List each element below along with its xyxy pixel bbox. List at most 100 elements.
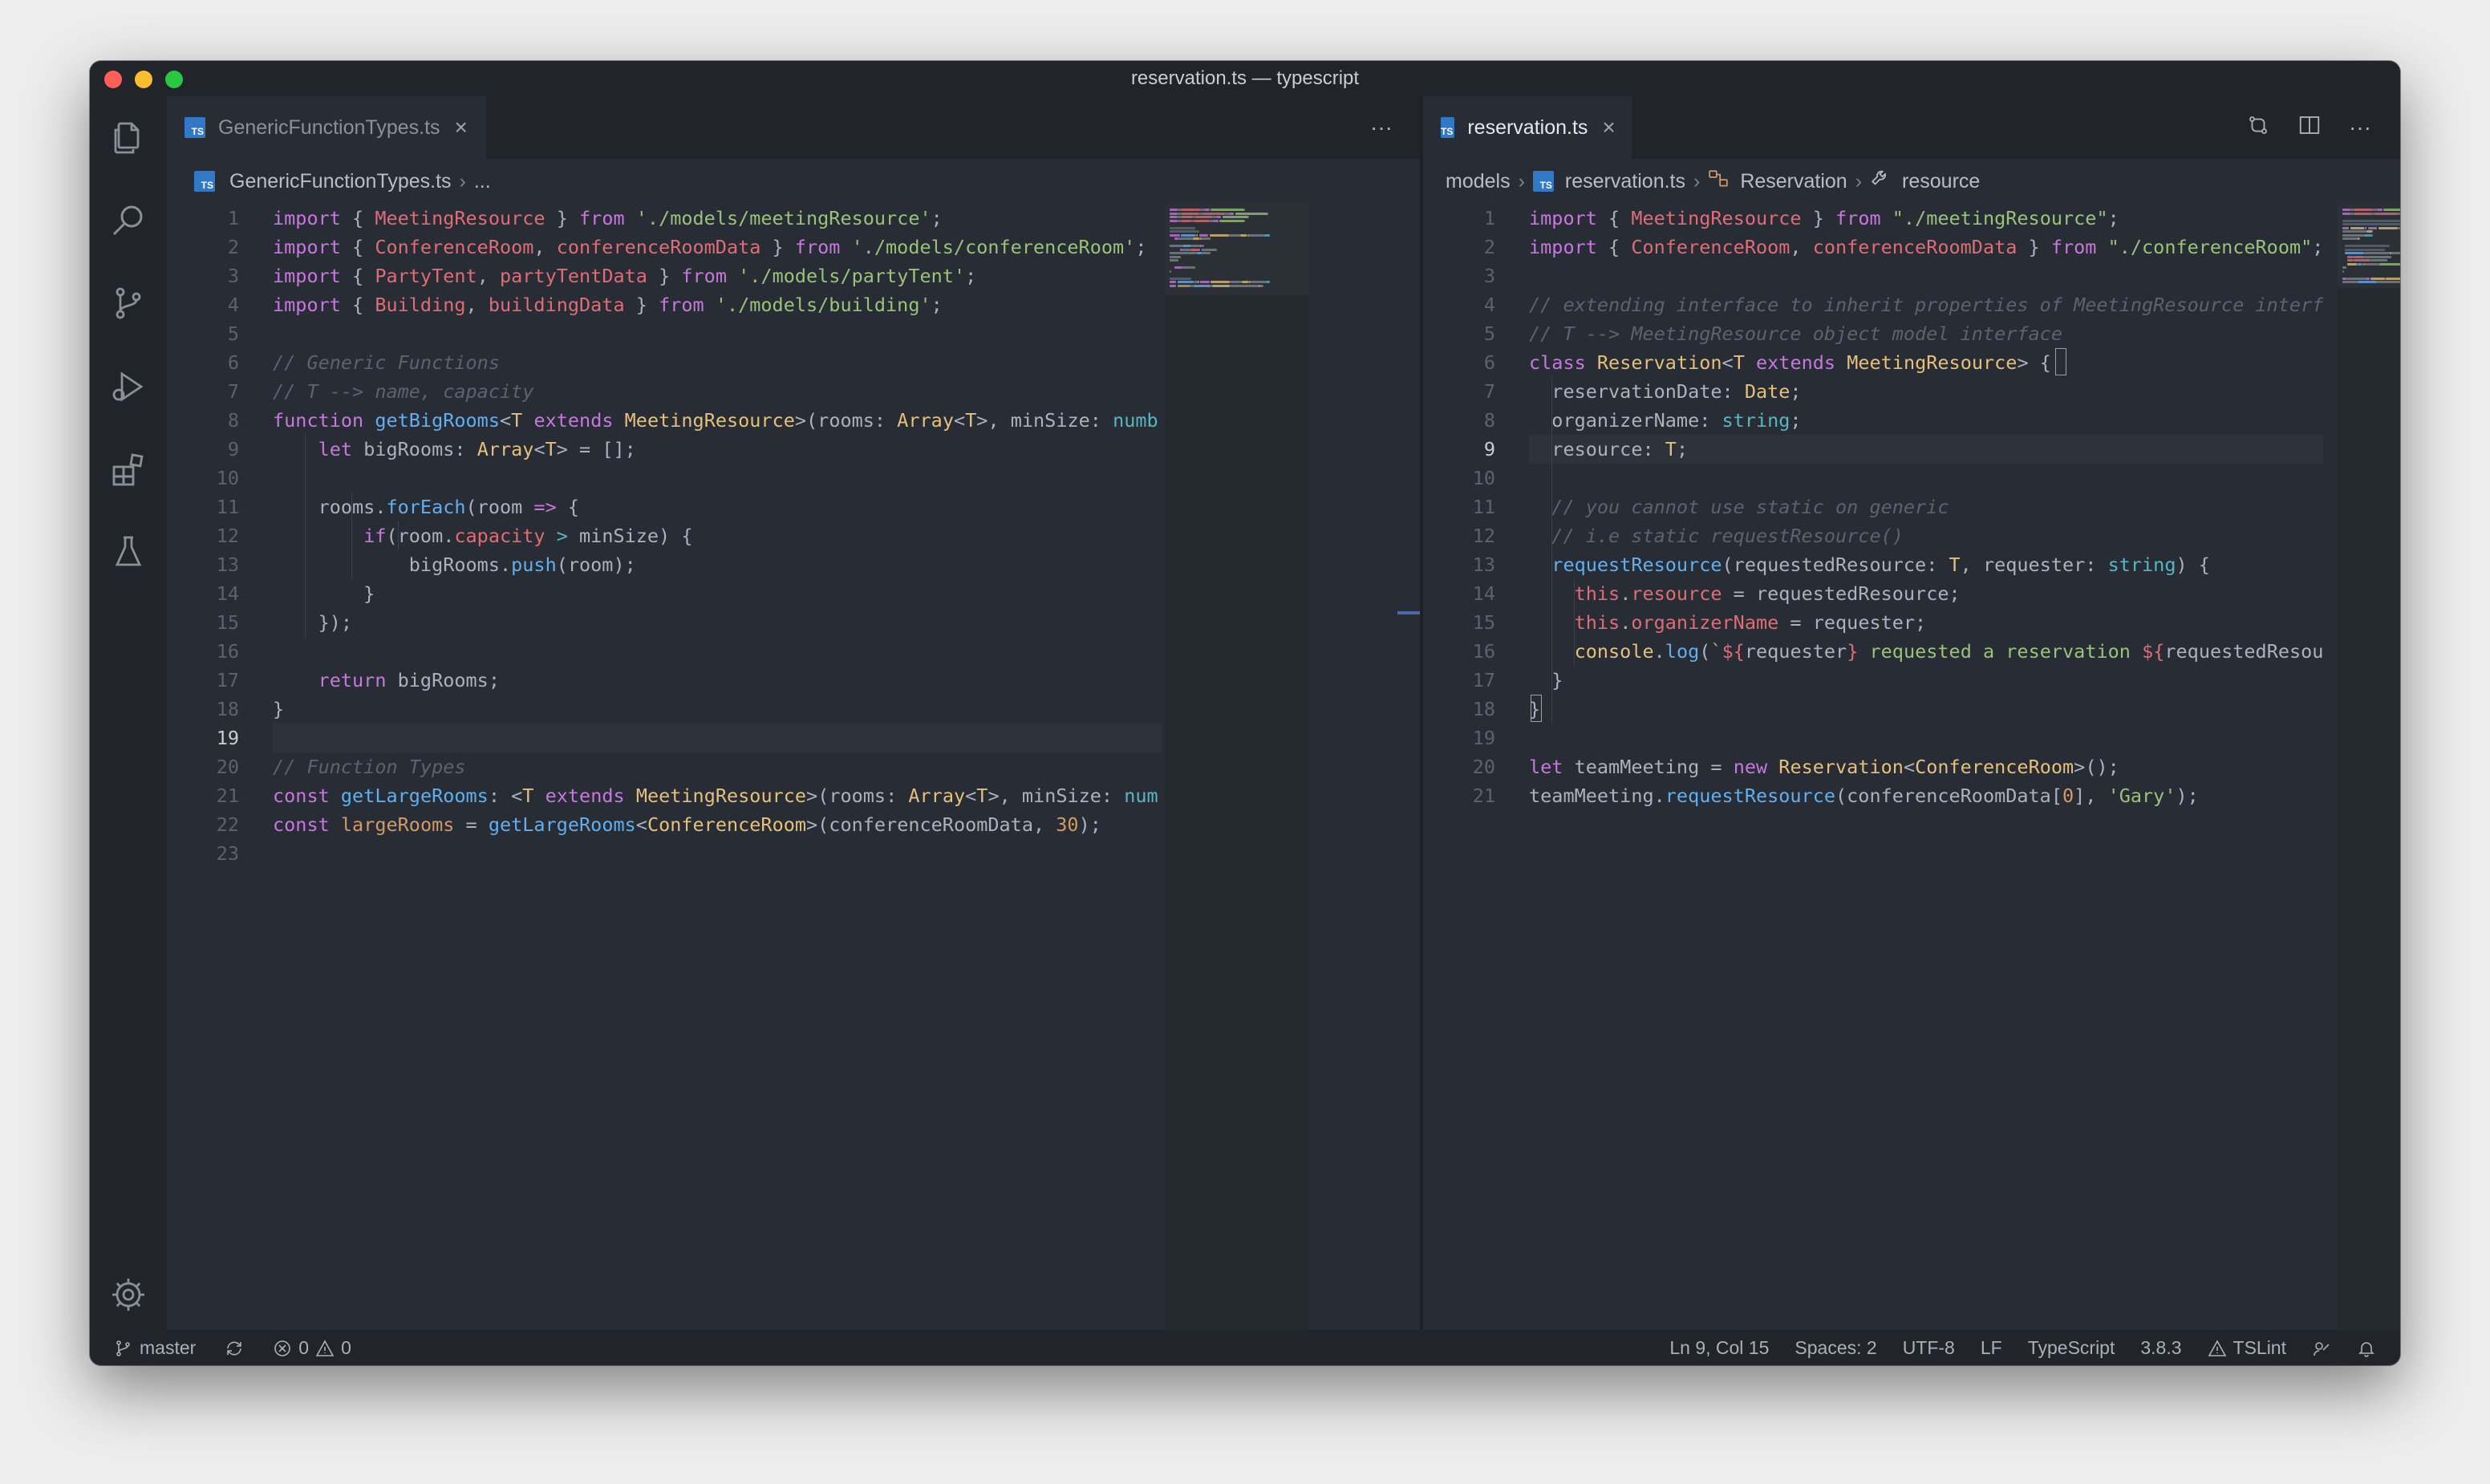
- extensions-icon[interactable]: [109, 451, 148, 489]
- typescript-file-icon: TS: [1532, 171, 1554, 192]
- code-line: 5: [167, 319, 1165, 348]
- line-text: console.log(`${requester} requested a re…: [1529, 637, 2323, 666]
- code-token: class: [1529, 351, 1586, 374]
- tab-generic-function-types[interactable]: TS GenericFunctionTypes.ts ×: [167, 96, 486, 159]
- code-token: ;: [1676, 438, 1689, 460]
- typescript-version[interactable]: 3.8.3: [2140, 1337, 2181, 1359]
- sync-status[interactable]: [225, 1337, 244, 1359]
- warning-icon: [2208, 1337, 2227, 1359]
- close-tab-icon[interactable]: ×: [1602, 115, 1615, 140]
- warning-count: 0: [341, 1336, 351, 1358]
- line-text: const largeRooms = getLargeRooms<Confere…: [273, 810, 1101, 839]
- branch-status[interactable]: master: [114, 1337, 196, 1359]
- code-token: > = [];: [556, 438, 636, 460]
- code-token: (room: [465, 496, 534, 518]
- code-line: 11 // you cannot use static on generic: [1423, 493, 2323, 521]
- code-line: 1 import { MeetingResource } from './mode…: [167, 204, 1165, 233]
- more-actions-icon[interactable]: ···: [2349, 115, 2371, 140]
- breadcrumb-folder[interactable]: models: [1446, 170, 1511, 193]
- left-minimap[interactable]: [1165, 204, 1309, 1330]
- code-line: 11 rooms.forEach(room => {: [167, 493, 1165, 521]
- right-code-lines: 1 import { MeetingResource } from "./meet…: [1423, 204, 2323, 810]
- code-token: <: [1903, 756, 1916, 778]
- line-number: 11: [216, 496, 239, 518]
- line-number: 19: [216, 727, 239, 749]
- line-number: 17: [1472, 669, 1495, 691]
- breadcrumb-member[interactable]: resource: [1902, 170, 1980, 193]
- minimap-slider[interactable]: [1165, 204, 1309, 295]
- code-token: forEach: [386, 496, 466, 518]
- zoom-window-button[interactable]: [165, 71, 183, 88]
- run-debug-icon[interactable]: [109, 367, 148, 406]
- code-token: Date: [1744, 380, 1790, 403]
- code-token: bigRooms;: [386, 669, 500, 691]
- code-token: rooms.: [273, 496, 387, 518]
- line-number: 9: [1483, 438, 1495, 460]
- language-mode[interactable]: TypeScript: [2028, 1337, 2115, 1359]
- testing-icon[interactable]: [109, 533, 148, 571]
- linter-status[interactable]: TSLint: [2208, 1337, 2286, 1359]
- tab-reservation[interactable]: TS reservation.ts ×: [1423, 96, 1632, 159]
- minimize-window-button[interactable]: [135, 71, 152, 88]
- encoding-status[interactable]: UTF-8: [1903, 1337, 1955, 1359]
- code-line: 17 }: [1423, 666, 2323, 695]
- open-changes-icon[interactable]: [2246, 113, 2270, 143]
- source-control-icon[interactable]: [109, 284, 148, 322]
- breadcrumb-rest[interactable]: ...: [474, 170, 491, 193]
- close-window-button[interactable]: [104, 71, 122, 88]
- code-token: // T --> name, capacity: [273, 380, 534, 403]
- problems-status[interactable]: 0 0: [273, 1337, 351, 1359]
- code-token: }: [647, 265, 682, 287]
- line-text: let teamMeeting = new Reservation<Confer…: [1529, 752, 2119, 781]
- status-bar: master 0 0 Ln 9, Col 15 Spaces: 2 UTF-8 …: [90, 1330, 2400, 1365]
- line-text: if(room.capacity > minSize) {: [273, 521, 693, 550]
- breadcrumb-file[interactable]: GenericFunctionTypes.ts: [229, 170, 452, 193]
- chevron-right-icon: ›: [1855, 169, 1863, 193]
- code-line: 19: [167, 724, 1165, 752]
- code-token: // Generic Functions: [273, 351, 500, 374]
- tab-label: reservation.ts: [1467, 116, 1588, 139]
- settings-gear-icon[interactable]: [109, 1275, 148, 1314]
- right-code-editor[interactable]: 1 import { MeetingResource } from "./meet…: [1423, 204, 2400, 1330]
- code-token: ;: [1790, 409, 1802, 432]
- line-text: class Reservation<T extends MeetingResou…: [1529, 348, 2051, 377]
- code-token: PartyTent: [375, 265, 477, 287]
- code-token: (conferenceRoomData[: [1835, 785, 2062, 807]
- breadcrumb-class[interactable]: Reservation: [1740, 170, 1847, 193]
- code-token: from: [1835, 207, 1881, 229]
- code-token: <: [499, 409, 512, 432]
- code-token: 30: [1056, 813, 1079, 836]
- code-token: .: [1653, 640, 1665, 663]
- code-token: extends: [533, 409, 614, 432]
- cursor-position[interactable]: Ln 9, Col 15: [1669, 1337, 1769, 1359]
- indentation-status[interactable]: Spaces: 2: [1795, 1337, 1876, 1359]
- code-token: organizerName:: [1529, 409, 1722, 432]
- code-token: }: [2017, 236, 2051, 258]
- eol-status[interactable]: LF: [1981, 1337, 2002, 1359]
- code-token: ;: [931, 294, 943, 316]
- minimap-slider[interactable]: [2338, 204, 2400, 288]
- more-actions-icon[interactable]: ···: [1370, 115, 1393, 140]
- close-tab-icon[interactable]: ×: [455, 115, 468, 140]
- feedback-icon[interactable]: [2312, 1337, 2331, 1359]
- left-vertical-scrollbar[interactable]: [1316, 204, 1338, 1330]
- breadcrumb-file[interactable]: reservation.ts: [1565, 170, 1685, 193]
- left-code-editor[interactable]: 1 import { MeetingResource } from './mode…: [167, 204, 1420, 1330]
- line-number: 3: [1483, 265, 1495, 287]
- notifications-bell-icon[interactable]: [2357, 1337, 2376, 1359]
- code-token: T: [976, 785, 988, 807]
- right-minimap[interactable]: [2338, 204, 2400, 1330]
- code-token: {: [340, 265, 375, 287]
- code-token: bigRooms.: [273, 553, 512, 576]
- search-icon[interactable]: [109, 201, 148, 239]
- line-number: 21: [1472, 785, 1495, 807]
- split-editor-icon[interactable]: [2297, 113, 2322, 143]
- line-text: import { MeetingResource } from './model…: [273, 204, 943, 233]
- line-number: 23: [216, 842, 239, 865]
- code-token: minSize) {: [567, 525, 693, 547]
- explorer-icon[interactable]: [109, 119, 148, 157]
- code-token: }: [273, 698, 285, 720]
- code-line: 20 let teamMeeting = new Reservation<Conf…: [1423, 752, 2323, 781]
- branch-name: master: [140, 1336, 197, 1358]
- code-line: 7 // T --> name, capacity: [167, 377, 1165, 406]
